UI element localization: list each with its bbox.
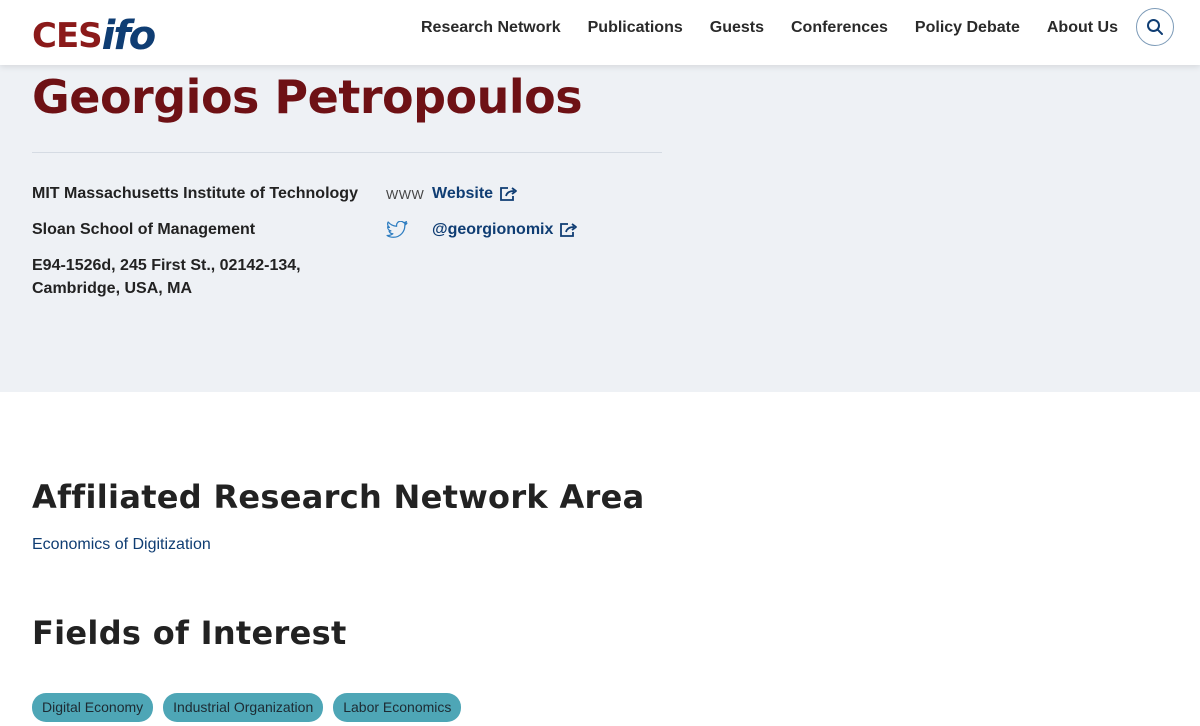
nav-about-us[interactable]: About Us xyxy=(1047,19,1118,37)
logo-ifo: ifo xyxy=(101,13,157,59)
person-name: Georgios Petropoulos xyxy=(32,70,583,124)
nav-research-network[interactable]: Research Network xyxy=(421,19,561,37)
tag-industrial-organization[interactable]: Industrial Organization xyxy=(163,693,324,722)
nav-policy-debate[interactable]: Policy Debate xyxy=(915,19,1020,37)
site-header: CES ifo Research Network Publications Gu… xyxy=(0,0,1200,65)
research-area-link[interactable]: Economics of Digitization xyxy=(32,536,211,554)
nav-publications[interactable]: Publications xyxy=(588,19,683,37)
tag-digital-economy[interactable]: Digital Economy xyxy=(32,693,154,722)
twitter-row: @georgionomix xyxy=(386,219,579,241)
logo-ces: CES xyxy=(32,16,103,56)
website-label: Website xyxy=(432,185,494,202)
address-line-1: E94-1526d, 245 First St., 02142-134, xyxy=(32,257,301,274)
school: Sloan School of Management xyxy=(32,221,256,238)
website-link[interactable]: Website xyxy=(432,185,519,203)
external-link-icon xyxy=(499,186,519,202)
www-icon: WWW xyxy=(386,186,425,202)
divider xyxy=(32,152,662,153)
address-line-2: Cambridge, USA, MA xyxy=(32,280,193,297)
main-nav: Research Network Publications Guests Con… xyxy=(421,0,1145,56)
nav-guests[interactable]: Guests xyxy=(710,19,764,37)
nav-conferences[interactable]: Conferences xyxy=(791,19,888,37)
twitter-icon xyxy=(386,221,408,239)
search-icon xyxy=(1146,18,1164,36)
twitter-handle: @georgionomix xyxy=(432,221,554,238)
fields-heading: Fields of Interest xyxy=(32,614,347,652)
search-button[interactable] xyxy=(1136,8,1174,46)
cesifo-logo[interactable]: CES ifo xyxy=(32,6,157,59)
external-link-icon xyxy=(559,222,579,238)
tag-labor-economics[interactable]: Labor Economics xyxy=(333,693,462,722)
twitter-link[interactable]: @georgionomix xyxy=(432,221,579,239)
affiliated-heading: Affiliated Research Network Area xyxy=(32,478,645,516)
profile-header: Georgios Petropoulos MIT Massachusetts I… xyxy=(0,65,1200,392)
field-tags: Digital Economy Industrial Organization … xyxy=(32,693,471,722)
institution: MIT Massachusetts Institute of Technolog… xyxy=(32,185,358,202)
website-row: WWW Website xyxy=(386,183,519,205)
